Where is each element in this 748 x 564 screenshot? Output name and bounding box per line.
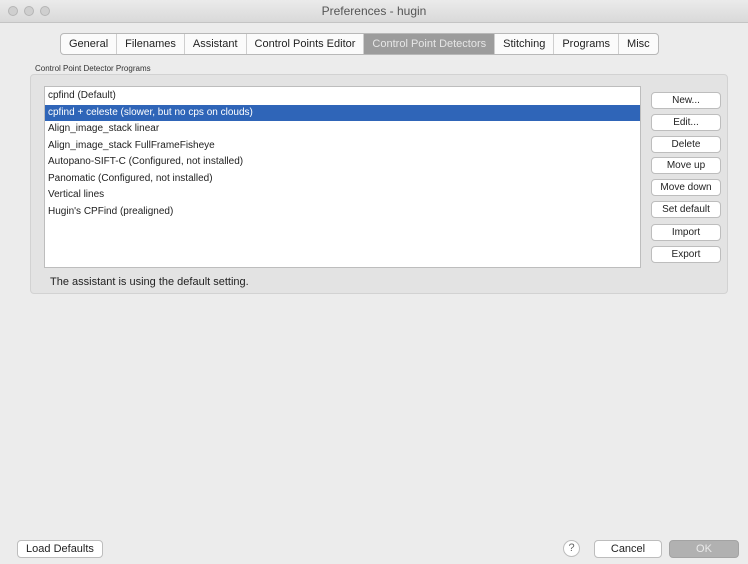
tab-assistant[interactable]: Assistant [185,34,247,54]
list-item[interactable]: Align_image_stack FullFrameFisheye [45,138,640,155]
ok-button[interactable]: OK [669,540,739,558]
assistant-status-text: The assistant is using the default setti… [50,276,249,288]
import-button[interactable]: Import [651,224,721,241]
move-down-button[interactable]: Move down [651,179,721,196]
set-default-button[interactable]: Set default [651,201,721,218]
tab-bar: General Filenames Assistant Control Poin… [60,33,659,55]
group-title: Control Point Detector Programs [35,64,151,73]
edit-button[interactable]: Edit... [651,114,721,131]
cancel-button[interactable]: Cancel [594,540,662,558]
list-item[interactable]: Vertical lines [45,187,640,204]
tab-programs[interactable]: Programs [554,34,620,54]
list-item[interactable]: Hugin's CPFind (prealigned) [45,204,640,221]
tab-control-point-detectors[interactable]: Control Point Detectors [364,34,496,54]
tab-filenames[interactable]: Filenames [117,34,185,54]
new-button[interactable]: New... [651,92,721,109]
window-title: Preferences - hugin [321,4,427,18]
tab-misc[interactable]: Misc [619,34,658,54]
help-button[interactable]: ? [563,540,580,557]
delete-button[interactable]: Delete [651,136,721,153]
title-bar: Preferences - hugin [0,0,748,23]
list-item[interactable]: Autopano-SIFT-C (Configured, not install… [45,154,640,171]
move-up-button[interactable]: Move up [651,157,721,174]
tab-general[interactable]: General [61,34,118,54]
list-item[interactable]: cpfind (Default) [45,88,640,105]
list-item[interactable]: Panomatic (Configured, not installed) [45,171,640,188]
load-defaults-button[interactable]: Load Defaults [17,540,103,558]
detector-list[interactable]: cpfind (Default) cpfind + celeste (slowe… [44,86,641,268]
list-item[interactable]: cpfind + celeste (slower, but no cps on … [45,104,640,121]
list-item[interactable]: Align_image_stack linear [45,121,640,138]
tab-stitching[interactable]: Stitching [495,34,555,54]
export-button[interactable]: Export [651,246,721,263]
tab-control-points-editor[interactable]: Control Points Editor [247,34,365,54]
